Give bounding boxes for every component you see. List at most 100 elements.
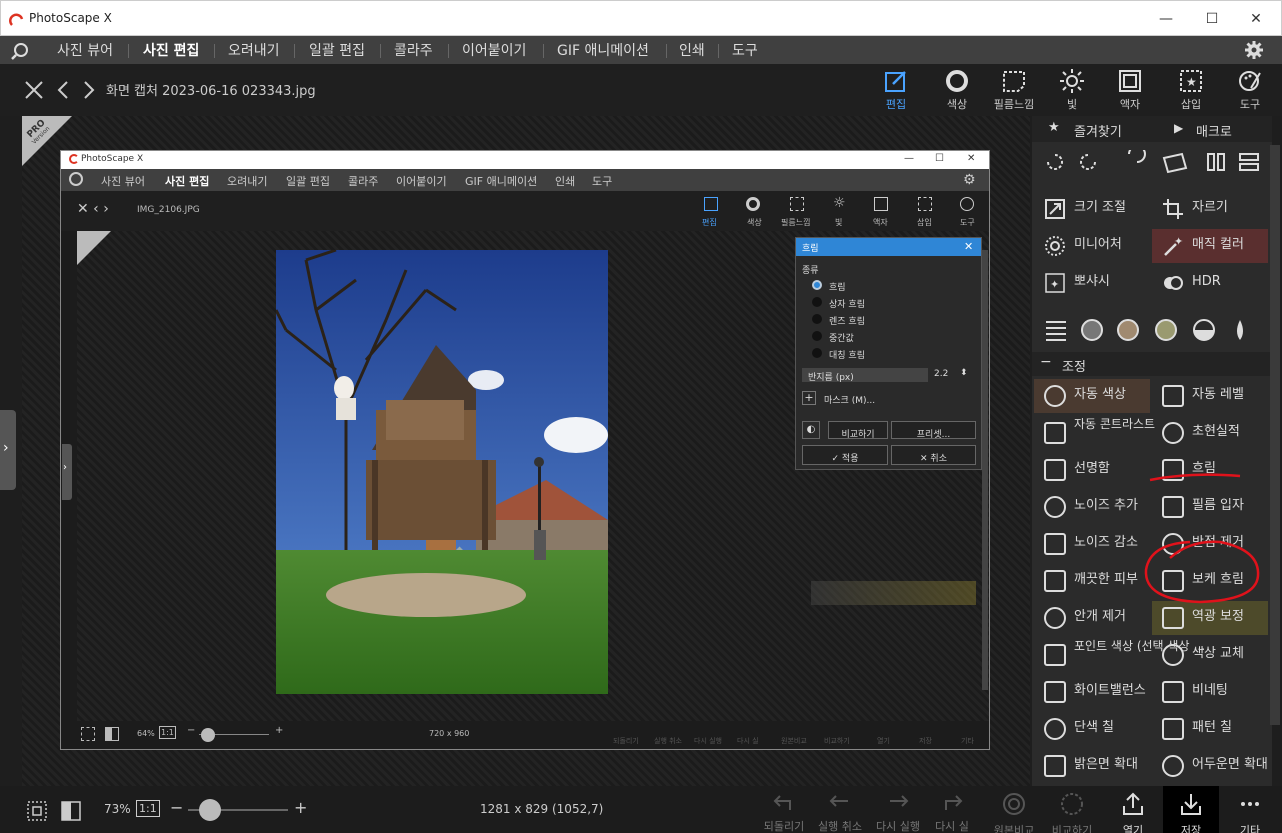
close-file-icon[interactable] bbox=[24, 80, 44, 100]
radio-selected[interactable] bbox=[812, 280, 822, 290]
select-area-icon[interactable] bbox=[26, 800, 48, 822]
add-icon[interactable]: + bbox=[802, 391, 816, 405]
adjust-section-header[interactable]: − 조정 bbox=[1032, 352, 1272, 376]
open-button[interactable]: 열기 bbox=[1105, 792, 1161, 833]
dialog-close-icon[interactable]: ✕ bbox=[964, 240, 973, 253]
undo-all-button[interactable]: 되돌리기 bbox=[756, 792, 812, 833]
tool-hdr[interactable]: HDR bbox=[1152, 266, 1268, 300]
radio[interactable] bbox=[812, 314, 822, 324]
inner-menu-item: 오려내기 bbox=[227, 175, 268, 188]
compare-button[interactable]: 비교하기 bbox=[828, 421, 888, 440]
inner-file-name: IMG_2106.JPG bbox=[137, 205, 200, 215]
adjust-item[interactable]: 밝은면 확대 bbox=[1034, 749, 1150, 783]
adjust-item[interactable]: 비네팅 bbox=[1152, 675, 1268, 709]
settings-gear-icon[interactable] bbox=[1244, 40, 1264, 60]
compare-button[interactable]: 비교하기 bbox=[1044, 792, 1100, 833]
menu-photo-viewer[interactable]: 사진 뷰어 bbox=[57, 40, 113, 60]
film-icon bbox=[1003, 71, 1025, 92]
star-icon: ★ bbox=[1048, 120, 1060, 135]
compare-original-button[interactable]: 원본비교 bbox=[986, 792, 1042, 833]
blur-option[interactable]: 대칭 흐림 bbox=[829, 348, 865, 361]
tool-soft-glow[interactable]: ✦ 뽀샤시 bbox=[1034, 266, 1150, 300]
adjust-item[interactable]: 자동 레벨 bbox=[1152, 379, 1268, 413]
adjust-item[interactable]: 어두운면 확대 bbox=[1152, 749, 1268, 783]
redo-button[interactable]: 다시 실행 bbox=[870, 792, 926, 833]
favorites-tab[interactable]: 즐겨찾기 bbox=[1074, 121, 1122, 140]
adjust-item[interactable]: 패턴 칠 bbox=[1152, 712, 1268, 746]
tool-resize[interactable]: 크기 조절 bbox=[1034, 192, 1150, 226]
tool-magic-color[interactable]: ✦ 매직 컬러 bbox=[1152, 229, 1268, 263]
panel-scrollbar[interactable] bbox=[1270, 145, 1280, 725]
rotate-left-button[interactable] bbox=[1040, 146, 1072, 178]
tab-insert[interactable]: ★ 삽입 bbox=[1163, 68, 1219, 116]
minimize-button[interactable]: — bbox=[1143, 7, 1189, 31]
blur-option[interactable]: 상자 흐림 bbox=[829, 297, 865, 310]
menu-collage[interactable]: 콜라주 bbox=[394, 40, 433, 60]
adjust-item[interactable]: 화이트밸런스 bbox=[1034, 675, 1150, 709]
rotate-right-button[interactable] bbox=[1078, 146, 1110, 178]
tab-tools[interactable]: 도구 bbox=[1222, 68, 1278, 116]
inner-bottom-label: 다시 실 bbox=[737, 737, 759, 745]
adjust-item[interactable]: 초현실적 bbox=[1152, 416, 1268, 450]
preset-button[interactable]: 프리셋... bbox=[891, 421, 976, 440]
adjust-item[interactable]: 단색 칠 bbox=[1034, 712, 1150, 746]
menu-photo-editor[interactable]: 사진 편집 bbox=[143, 40, 199, 60]
mask-button[interactable]: 마스크 (M)... bbox=[824, 393, 875, 406]
inner-bottom-label: 실행 취소 bbox=[654, 737, 682, 745]
compare-toggle-icon[interactable]: ◐ bbox=[802, 421, 820, 439]
tab-edit[interactable]: 편집 bbox=[868, 68, 924, 116]
auto-level-icon bbox=[1162, 385, 1184, 407]
flip-horizontal-button[interactable] bbox=[1192, 146, 1224, 178]
redo-all-button[interactable]: 다시 실 bbox=[924, 792, 980, 833]
save-button[interactable]: 저장 bbox=[1163, 786, 1219, 833]
menu-tools[interactable]: 도구 bbox=[732, 40, 758, 60]
radio[interactable] bbox=[812, 348, 822, 358]
split-view-icon[interactable] bbox=[60, 800, 82, 822]
zoom-level[interactable]: 73% bbox=[104, 802, 131, 816]
maximize-button[interactable]: ☐ bbox=[1189, 7, 1235, 31]
dialog-header: 흐림 ✕ bbox=[796, 238, 981, 256]
flip-vertical-button[interactable] bbox=[1228, 146, 1260, 178]
adjust-item[interactable]: 자동 색상 bbox=[1034, 379, 1150, 413]
menu-combine[interactable]: 이어붙이기 bbox=[462, 40, 526, 60]
apply-button[interactable]: ✓ 적용 bbox=[802, 445, 888, 465]
cancel-button[interactable]: ✕ 취소 bbox=[891, 445, 976, 465]
radio[interactable] bbox=[812, 331, 822, 341]
straighten-button[interactable] bbox=[1154, 146, 1186, 178]
rotate-button[interactable] bbox=[1116, 146, 1148, 178]
blur-option[interactable]: 중간값 bbox=[829, 331, 854, 344]
radius-value[interactable]: 2.2 bbox=[934, 369, 948, 379]
blur-option[interactable]: 흐림 bbox=[829, 280, 846, 293]
tab-frame[interactable]: 액자 bbox=[1102, 68, 1158, 116]
tool-miniature[interactable]: 미니어처 bbox=[1034, 229, 1150, 263]
tool-crop[interactable]: 자르기 bbox=[1152, 192, 1268, 226]
macro-tab[interactable]: 매크로 bbox=[1196, 121, 1232, 140]
menu-print[interactable]: 인쇄 bbox=[679, 40, 705, 60]
zoom-slider-thumb[interactable] bbox=[199, 799, 221, 821]
more-button[interactable]: 기타 bbox=[1222, 792, 1278, 833]
stepper-icon[interactable]: ⬍ bbox=[960, 368, 968, 378]
menu-cutout[interactable]: 오려내기 bbox=[228, 40, 280, 60]
zoom-out-icon[interactable]: − bbox=[170, 798, 183, 817]
blur-option[interactable]: 렌즈 흐림 bbox=[829, 314, 865, 327]
zoom-in-icon[interactable]: + bbox=[294, 798, 307, 817]
adjust-item[interactable]: 색상 교체 bbox=[1152, 638, 1268, 672]
clean-skin-icon bbox=[1044, 570, 1066, 592]
tab-color[interactable]: 색상 bbox=[929, 68, 985, 116]
actual-size-button[interactable]: 1:1 bbox=[136, 800, 160, 817]
previous-arrow-icon[interactable] bbox=[56, 80, 70, 100]
radio[interactable] bbox=[812, 297, 822, 307]
close-window-button[interactable]: ✕ bbox=[1233, 7, 1279, 31]
menu-batch[interactable]: 일괄 편집 bbox=[309, 40, 365, 60]
menu-gif[interactable]: GIF 애니메이션 bbox=[557, 40, 649, 60]
tab-film[interactable]: 필름느낌 bbox=[986, 68, 1042, 116]
left-panel-toggle[interactable]: › bbox=[0, 410, 16, 490]
adjust-item[interactable]: 자동 콘트라스트 bbox=[1034, 416, 1155, 450]
undo-all-icon bbox=[773, 795, 791, 810]
next-arrow-icon[interactable] bbox=[82, 80, 96, 100]
search-icon[interactable] bbox=[10, 41, 30, 61]
tab-light[interactable]: 빛 bbox=[1044, 68, 1100, 116]
adjust-item[interactable]: 포인트 색상 (선택 색상 … bbox=[1034, 638, 1205, 672]
radius-slider[interactable]: 반지름 (px) bbox=[802, 368, 928, 383]
undo-button[interactable]: 실행 취소 bbox=[812, 792, 868, 833]
